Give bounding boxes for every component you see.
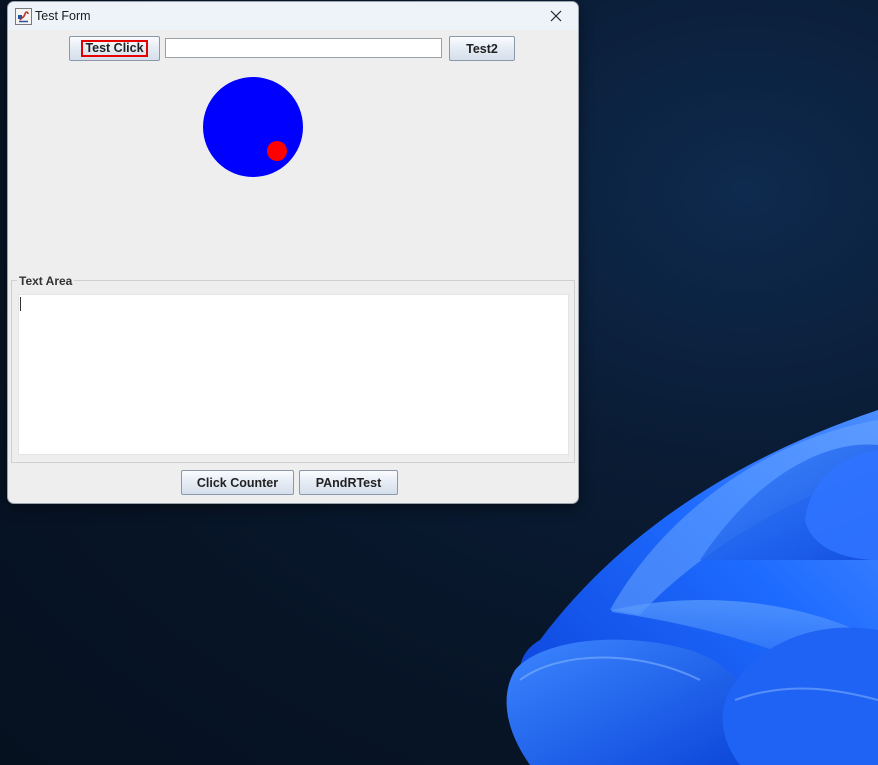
blue-circle [203, 77, 303, 177]
red-dot [267, 141, 287, 161]
test-form-window: Test Form Test Click Test2 Text Area Cli… [7, 1, 579, 504]
test-click-label: Test Click [81, 40, 148, 57]
text-caret [20, 297, 21, 311]
desktop: Test Form Test Click Test2 Text Area Cli… [0, 0, 878, 765]
test2-button[interactable]: Test2 [449, 36, 515, 61]
drawing-canvas [203, 77, 303, 177]
text-area-title: Text Area [17, 274, 75, 288]
click-counter-button[interactable]: Click Counter [181, 470, 294, 495]
title-bar[interactable]: Test Form [8, 2, 578, 30]
window-title: Test Form [35, 9, 91, 23]
close-button[interactable] [534, 2, 578, 30]
test-click-button[interactable]: Test Click [69, 36, 160, 61]
text-area[interactable] [18, 294, 569, 455]
toolbar-text-input[interactable] [165, 38, 442, 58]
pandrtest-button[interactable]: PAndRTest [299, 470, 398, 495]
java-app-icon [15, 8, 32, 25]
close-icon [550, 10, 562, 22]
